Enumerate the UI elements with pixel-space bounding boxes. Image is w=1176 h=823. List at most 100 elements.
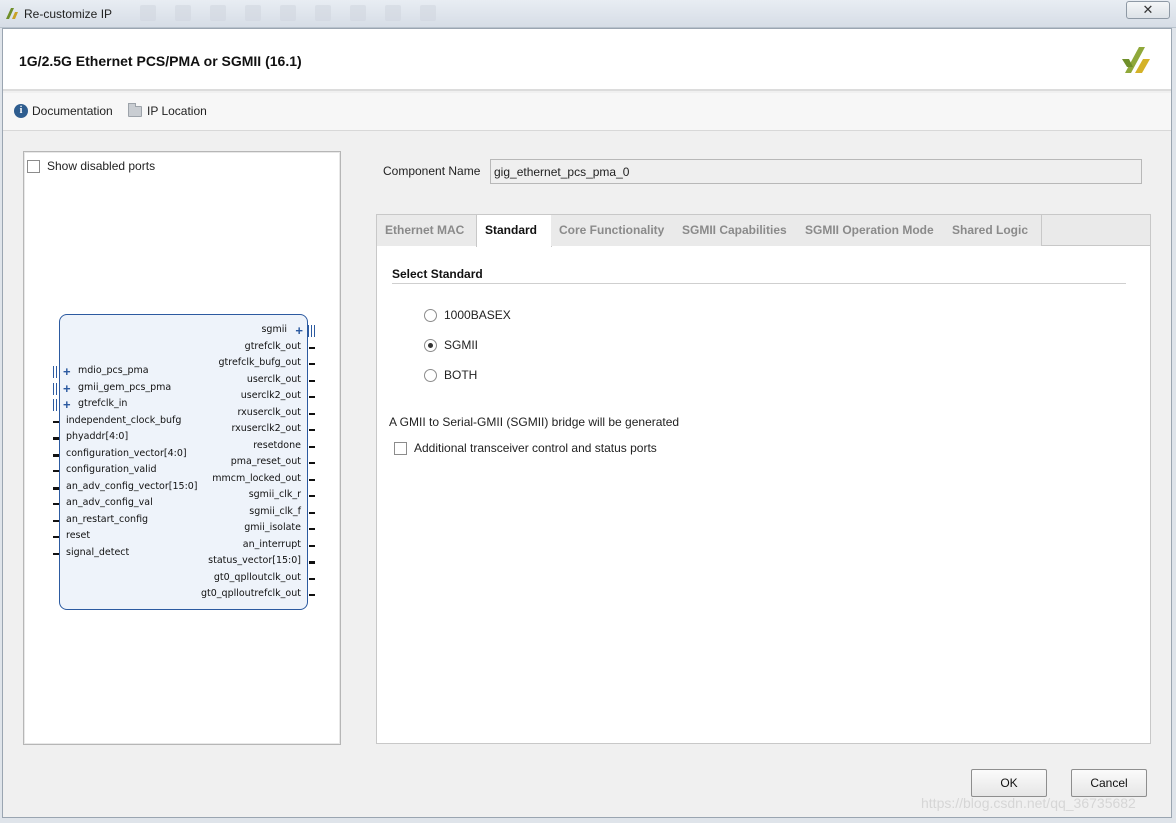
standard-description: A GMII to Serial-GMII (SGMII) bridge wil… (389, 415, 680, 429)
toolbar-ghost-icon (210, 5, 226, 21)
window-titlebar: Re-customize IP ✕ (0, 0, 1176, 28)
port-stub (309, 396, 315, 398)
component-name-label: Component Name (383, 164, 481, 178)
port-label: mdio_pcs_pma (78, 365, 149, 376)
port-stub (309, 544, 315, 547)
checkbox-box[interactable] (394, 441, 407, 455)
select-standard-heading: Select Standard (392, 267, 483, 281)
ok-button[interactable]: OK (971, 769, 1047, 797)
port-stub (309, 478, 315, 481)
ip-symbol-block: sgmii + gtrefclk_out gtrefclk_bufg_outuserc… (53, 314, 315, 610)
port-label: configuration_valid (66, 464, 157, 475)
port-label: independent_clock_bufg (66, 414, 182, 426)
toolbar-ghost-icon (350, 5, 366, 21)
port-label: gtrefclk_in (78, 398, 128, 409)
dialog-header: 1G/2.5G Ethernet PCS/PMA or SGMII (16.1) (3, 29, 1171, 91)
tab-sgmii-operation-mode[interactable]: SGMII Operation Mode (797, 215, 945, 246)
ip-location-label: IP Location (147, 104, 207, 118)
port-label: userclk2_out (240, 390, 301, 401)
show-disabled-ports-checkbox[interactable]: Show disabled ports (27, 159, 155, 173)
radio-button-selected[interactable] (424, 338, 437, 352)
radio-sgmii[interactable]: SGMII (424, 338, 478, 352)
ip-symbol-panel: Show disabled ports sgmii + gtrefclk_outgt… (23, 151, 341, 745)
tab-shared-logic[interactable]: Shared Logic (944, 215, 1042, 246)
component-name-input[interactable] (490, 159, 1142, 184)
additional-ports-label: Additional transceiver control and statu… (414, 441, 657, 455)
port-stub (309, 445, 315, 448)
checkbox-box[interactable] (27, 159, 40, 173)
port-stub (309, 363, 315, 365)
port-label: gtrefclk_out (244, 340, 301, 352)
bus-port-connector (53, 366, 60, 378)
port-label: phyaddr[4:0] (66, 431, 129, 442)
port-stub (309, 429, 315, 431)
bus-port-connector (308, 325, 315, 337)
port-label: gt0_qplloutclk_out (213, 571, 301, 583)
port-stub (53, 536, 59, 538)
port-stub (309, 577, 315, 580)
port-label: sgmii_clk_r (248, 489, 301, 500)
tab-core-functionality[interactable]: Core Functionality (551, 215, 675, 246)
vivado-app-icon (6, 8, 18, 19)
show-disabled-ports-label: Show disabled ports (47, 159, 156, 173)
folder-icon (128, 102, 142, 117)
toolbar-ghost-icon (280, 5, 296, 21)
port-stub (309, 462, 315, 464)
radio-1000basex[interactable]: 1000BASEX (424, 308, 511, 322)
toolbar-ghost-icon (385, 5, 401, 21)
port-label: gmii_gem_pcs_pma (78, 381, 172, 393)
port-label: rxuserclk2_out (231, 423, 301, 434)
radio-button[interactable] (424, 368, 437, 382)
port-label: mmcm_locked_out (212, 472, 301, 484)
close-button[interactable]: ✕ (1126, 1, 1170, 19)
tab-ethernet-mac[interactable]: Ethernet MAC (377, 215, 477, 246)
port-stub (53, 420, 59, 423)
ip-toolbar: i Documentation IP Location (3, 93, 1171, 131)
xilinx-logo-icon (1122, 47, 1150, 73)
config-tabs-panel: Ethernet MAC Standard Core Functionality… (376, 214, 1151, 744)
port-label: reset (66, 530, 91, 541)
tab-sgmii-capabilities[interactable]: SGMII Capabilities (674, 215, 798, 246)
additional-ports-checkbox[interactable]: Additional transceiver control and statu… (394, 441, 657, 455)
toolbar-ghost-icon (245, 5, 261, 21)
expand-plus-icon[interactable]: + (63, 382, 71, 395)
cancel-button[interactable]: Cancel (1071, 769, 1147, 797)
toolbar-ghost-icon (315, 5, 331, 21)
documentation-label: Documentation (32, 104, 113, 118)
documentation-menu[interactable]: i Documentation (14, 104, 113, 118)
window-title: Re-customize IP (24, 7, 113, 21)
port-stub (309, 495, 315, 497)
dialog-client-area: 1G/2.5G Ethernet PCS/PMA or SGMII (16.1)… (2, 28, 1172, 818)
tab-standard[interactable]: Standard (476, 215, 552, 247)
port-stub (53, 453, 59, 457)
expand-plus-icon[interactable]: + (63, 365, 71, 378)
port-label: an_restart_config (66, 513, 149, 525)
radio-label: BOTH (444, 368, 478, 382)
port-stub (309, 511, 315, 514)
expand-plus-icon[interactable]: + (63, 398, 71, 411)
port-label: pma_reset_out (230, 456, 301, 467)
expand-plus-icon[interactable]: + (295, 324, 303, 337)
port-stub (309, 346, 315, 349)
radio-label: SGMII (444, 338, 479, 352)
port-label: an_interrupt (242, 538, 301, 550)
info-icon: i (14, 104, 28, 118)
radio-both[interactable]: BOTH (424, 368, 477, 382)
port-label: sgmii (261, 324, 287, 335)
port-label: gtrefclk_bufg_out (218, 357, 302, 368)
ip-location-button[interactable]: IP Location (128, 102, 207, 118)
port-stub (309, 412, 315, 415)
radio-button[interactable] (424, 308, 437, 322)
toolbar-ghost-icon (420, 5, 436, 21)
port-label: gt0_qplloutrefclk_out (200, 588, 301, 599)
port-label: sgmii_clk_f (249, 505, 301, 517)
port-stub (53, 503, 59, 505)
watermark: https://blog.csdn.net/qq_36735682 (921, 795, 1136, 811)
port-stub (309, 561, 315, 564)
bus-port-connector (53, 382, 60, 395)
port-label: signal_detect (66, 546, 130, 558)
port-stub (53, 486, 59, 490)
port-stub (53, 519, 59, 522)
port-label: gmii_isolate (244, 522, 301, 533)
port-label: userclk_out (246, 373, 301, 385)
